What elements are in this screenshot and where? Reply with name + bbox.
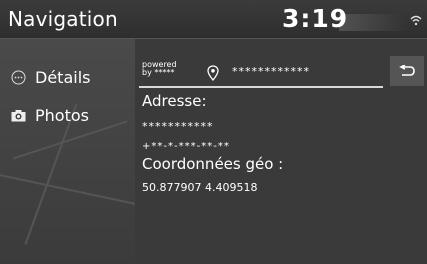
ellipsis-icon — [10, 69, 26, 85]
main-area: Détails Photos powered by ***** ********… — [0, 39, 427, 264]
navigation-screen: Navigation 3:19 Détails Photos powered b… — [0, 0, 427, 264]
location-pin-icon — [207, 65, 219, 81]
sidebar-item-photos[interactable]: Photos — [10, 103, 89, 127]
place-name: ************ — [232, 65, 310, 78]
details-panel: powered by ***** ************ Adresse: *… — [135, 39, 427, 264]
coordinates-value: 50.877907 4.409518 — [142, 181, 258, 194]
sidebar-item-details[interactable]: Détails — [10, 65, 90, 89]
back-arrow-icon — [399, 65, 415, 76]
address-label: Adresse: — [142, 92, 207, 110]
top-bar: Navigation 3:19 — [0, 0, 427, 39]
address-value: *********** — [142, 120, 214, 133]
camera-icon — [10, 107, 26, 123]
status-strip — [339, 14, 407, 31]
back-button[interactable] — [390, 56, 424, 86]
screen-title: Navigation — [8, 7, 118, 31]
phone-value[interactable]: +**-*-***-**-** — [142, 141, 230, 152]
sidebar-item-label: Détails — [35, 67, 91, 87]
place-header: powered by ***** ************ — [139, 56, 383, 88]
clock: 3:19 — [282, 4, 349, 33]
powered-by-label: powered by ***** — [142, 60, 177, 77]
coordinates-label: Coordonnées géo : — [142, 155, 284, 173]
sidebar-item-label: Photos — [35, 105, 89, 125]
wifi-icon — [410, 15, 422, 26]
